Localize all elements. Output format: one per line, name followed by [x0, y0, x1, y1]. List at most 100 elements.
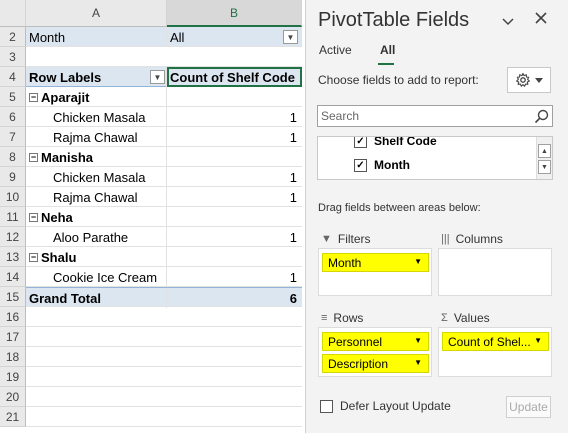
row-number[interactable]: 20 [0, 387, 26, 407]
collapse-icon[interactable]: − [29, 92, 38, 102]
field-search-input[interactable]: Search [317, 105, 553, 127]
row-labels-header[interactable]: Row Labels [26, 67, 167, 87]
row-labels-filter-button[interactable]: ▼ [150, 70, 165, 84]
empty-row [26, 327, 302, 347]
pivot-group-row: − Aparajit [26, 87, 302, 107]
rows-area[interactable]: Personnel ▼ Description ▼ [318, 327, 432, 377]
defer-layout-update[interactable]: Defer Layout Update [320, 399, 451, 413]
row-number[interactable]: 16 [0, 307, 26, 327]
row-number[interactable]: 18 [0, 347, 26, 367]
item-count[interactable]: 1 [167, 167, 302, 187]
pivot-item-row: Rajma Chawal 1 [26, 187, 302, 207]
filters-area-header: ▼ Filters [321, 232, 371, 246]
rows-field-description[interactable]: Description ▼ [322, 354, 429, 373]
row-number[interactable]: 15 [0, 287, 26, 307]
chevron-down-icon: ▼ [286, 32, 295, 42]
item-count[interactable]: 1 [167, 127, 302, 147]
row-number[interactable]: 21 [0, 407, 26, 427]
filter-value[interactable]: All [167, 27, 302, 47]
item-label[interactable]: Aloo Parathe [26, 227, 167, 247]
item-count[interactable]: 1 [167, 187, 302, 207]
group-label[interactable]: − Shalu [26, 247, 167, 267]
checkbox-checked-icon[interactable]: ✓ [354, 158, 367, 172]
row-number[interactable]: 17 [0, 327, 26, 347]
filter-dropdown-button[interactable]: ▼ [283, 30, 298, 44]
item-label[interactable]: Chicken Masala [26, 107, 167, 127]
group-label[interactable]: − Aparajit [26, 87, 167, 107]
chevron-down-icon[interactable]: ▼ [414, 336, 422, 345]
chevron-down-icon[interactable]: ▼ [534, 336, 542, 345]
checkbox-unchecked-icon[interactable] [320, 399, 333, 413]
item-label[interactable]: Rajma Chawal [26, 127, 167, 147]
values-area[interactable]: Count of Shel... ▼ [438, 327, 552, 377]
update-button[interactable]: Update [506, 396, 551, 418]
empty-row [26, 307, 302, 327]
field-list: ✓ Shelf Code ✓ Month ▲ ▼ [317, 136, 553, 180]
field-list-scrollbar[interactable]: ▲ ▼ [536, 137, 552, 179]
checkbox-checked-icon[interactable]: ✓ [354, 137, 367, 148]
tab-all[interactable]: All [380, 43, 395, 57]
layout-options-button[interactable] [507, 67, 551, 93]
collapse-icon[interactable]: − [29, 152, 38, 162]
row-number[interactable]: 7 [0, 127, 26, 147]
rows-field-personnel[interactable]: Personnel ▼ [322, 332, 429, 351]
pivot-filter-row: Month All ▼ [26, 27, 302, 47]
row-number[interactable]: 5 [0, 87, 26, 107]
count-header-cell[interactable]: Count of Shelf Code [167, 67, 302, 87]
row-number[interactable]: 14 [0, 267, 26, 287]
item-count[interactable]: 1 [167, 227, 302, 247]
tab-active[interactable]: Active [319, 43, 352, 57]
grand-total-count[interactable]: 6 [167, 288, 302, 308]
chevron-down-icon[interactable]: ▼ [414, 257, 422, 266]
gear-icon [516, 72, 530, 87]
scroll-up-icon[interactable]: ▲ [538, 144, 551, 158]
values-field-count[interactable]: Count of Shel... ▼ [442, 332, 549, 351]
field-item-shelf-code[interactable]: ✓ Shelf Code [354, 137, 437, 148]
close-button[interactable] [535, 11, 547, 27]
column-header-b[interactable]: B [167, 0, 302, 27]
row-number[interactable]: 9 [0, 167, 26, 187]
columns-area[interactable] [438, 248, 552, 296]
select-all-corner[interactable] [0, 0, 26, 27]
item-label[interactable]: Chicken Masala [26, 167, 167, 187]
row-number[interactable]: 4 [0, 67, 26, 87]
grand-total-label[interactable]: Grand Total [26, 288, 167, 308]
row-number[interactable]: 13 [0, 247, 26, 267]
pivot-group-row: − Shalu [26, 247, 302, 267]
item-count[interactable]: 1 [167, 267, 302, 287]
group-label[interactable]: − Manisha [26, 147, 167, 167]
pane-options-button[interactable] [502, 13, 514, 29]
empty-row [26, 407, 302, 427]
row-number[interactable]: 10 [0, 187, 26, 207]
row-number[interactable]: 3 [0, 47, 26, 67]
collapse-icon[interactable]: − [29, 252, 38, 262]
empty-row [26, 47, 302, 67]
rows-icon: ≡ [321, 312, 328, 324]
collapse-icon[interactable]: − [29, 212, 38, 222]
search-icon[interactable] [534, 109, 549, 124]
empty-row [26, 387, 302, 407]
rows-area-header: ≡ Rows [321, 311, 364, 325]
pivot-header-row: Row Labels ▼ Count of Shelf Code [26, 67, 302, 87]
item-label[interactable]: Rajma Chawal [26, 187, 167, 207]
empty-row [26, 367, 302, 387]
empty-row [26, 347, 302, 367]
chevron-down-icon[interactable]: ▼ [414, 358, 422, 367]
field-item-month[interactable]: ✓ Month [354, 158, 410, 172]
row-number[interactable]: 6 [0, 107, 26, 127]
row-number[interactable]: 2 [0, 27, 26, 47]
item-count[interactable]: 1 [167, 107, 302, 127]
row-number[interactable]: 8 [0, 147, 26, 167]
pivot-item-row: Rajma Chawal 1 [26, 127, 302, 147]
group-label[interactable]: − Neha [26, 207, 167, 227]
row-number[interactable]: 12 [0, 227, 26, 247]
row-number[interactable]: 11 [0, 207, 26, 227]
column-header-a[interactable]: A [26, 0, 167, 27]
filters-area[interactable]: Month ▼ [318, 248, 432, 296]
item-label[interactable]: Cookie Ice Cream [26, 267, 167, 287]
filter-field-label[interactable]: Month [26, 27, 167, 47]
row-number[interactable]: 19 [0, 367, 26, 387]
pivot-item-row: Aloo Parathe 1 [26, 227, 302, 247]
scroll-down-icon[interactable]: ▼ [538, 160, 551, 174]
filters-field-month[interactable]: Month ▼ [322, 253, 429, 272]
